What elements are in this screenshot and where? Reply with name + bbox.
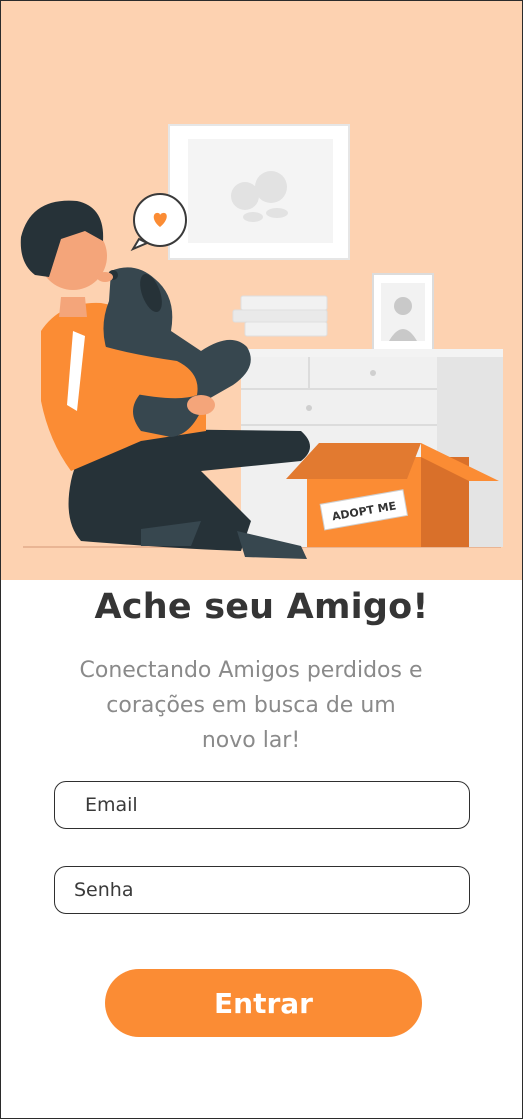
- subtitle-line: corações em busca de um: [106, 693, 396, 718]
- app-screen: ADOPT ME Ache seu Amigo! Conectando Amig…: [0, 0, 523, 1119]
- adoption-illustration: ADOPT ME: [20, 124, 503, 559]
- password-input[interactable]: [74, 867, 434, 913]
- page-subtitle: Conectando Amigos perdidos e corações em…: [61, 653, 441, 758]
- hero-banner: ADOPT ME: [1, 1, 522, 580]
- email-input[interactable]: [85, 782, 445, 828]
- page-title: Ache seu Amigo!: [94, 587, 429, 627]
- subtitle-line: Conectando Amigos perdidos e: [79, 658, 423, 683]
- password-field-container: [54, 866, 470, 914]
- login-button[interactable]: Entrar: [105, 969, 422, 1037]
- subtitle-line: novo lar!: [201, 728, 301, 753]
- email-field-container: [54, 781, 470, 829]
